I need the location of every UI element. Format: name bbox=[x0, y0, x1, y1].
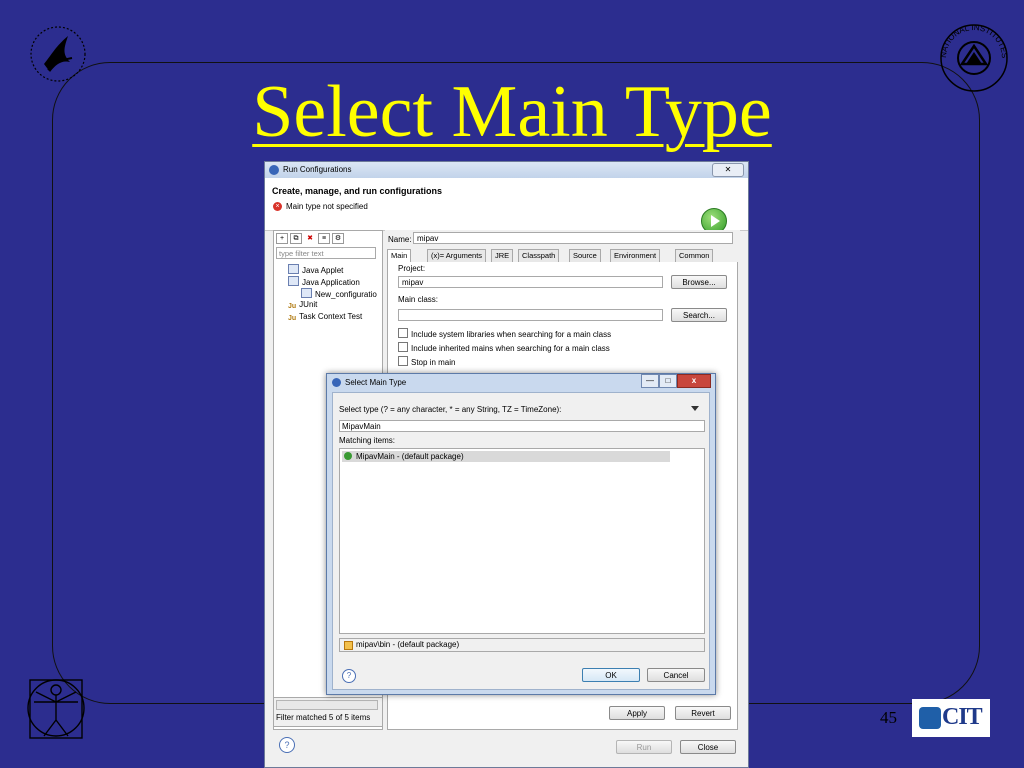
window-controls: — □ x bbox=[641, 374, 711, 388]
dialog-header: Create, manage, and run configurations ×… bbox=[265, 178, 748, 234]
dialog-header-title: Create, manage, and run configurations bbox=[272, 186, 443, 196]
cit-logo: CIT bbox=[912, 699, 990, 737]
checkbox-include-inherited-mains[interactable]: Include inherited mains when searching f… bbox=[398, 342, 610, 353]
dialog-title: Select Main Type bbox=[345, 378, 407, 387]
select-main-type-dialog: Select Main Type — □ x Select type (? = an… bbox=[326, 373, 716, 695]
tab-common[interactable]: Common bbox=[675, 249, 714, 262]
tree-item-new-configuration[interactable]: New_configuratio bbox=[301, 288, 377, 299]
tab-source[interactable]: Source bbox=[569, 249, 601, 262]
help-icon[interactable]: ? bbox=[342, 669, 356, 683]
checkbox-stop-in-main[interactable]: Stop in main bbox=[398, 356, 455, 367]
tab-environment[interactable]: Environment bbox=[610, 249, 661, 262]
page-number: 45 bbox=[880, 708, 897, 727]
main-class-field[interactable] bbox=[398, 309, 663, 321]
run-button[interactable]: Run bbox=[616, 740, 672, 754]
browse-button[interactable]: Browse... bbox=[671, 275, 727, 289]
java-application-icon bbox=[288, 276, 299, 286]
tree-item-java-applet[interactable]: Java Applet bbox=[288, 264, 343, 275]
collapse-icon[interactable]: ≡ bbox=[318, 233, 330, 244]
main-class-label: Main class: bbox=[398, 295, 439, 304]
java-applet-icon bbox=[288, 264, 299, 274]
matching-items-list[interactable]: MipavMain - (default package) bbox=[339, 448, 705, 634]
tree-toolbar: + ⧉ ✖ ≡ ⚙ bbox=[276, 233, 376, 245]
close-button[interactable]: Close bbox=[680, 740, 736, 754]
tree-item-java-application[interactable]: Java Application bbox=[288, 276, 360, 287]
type-filter-input[interactable]: MipavMain bbox=[339, 420, 705, 432]
tree-item-junit[interactable]: Ju JUnit bbox=[288, 300, 317, 311]
duplicate-icon[interactable]: ⧉ bbox=[290, 233, 302, 244]
cancel-button[interactable]: Cancel bbox=[647, 668, 705, 682]
window-title: Run Configurations bbox=[283, 165, 352, 174]
tab-arguments[interactable]: (x)= Arguments bbox=[427, 249, 487, 262]
filter-icon[interactable]: ⚙ bbox=[332, 233, 344, 244]
search-button[interactable]: Search... bbox=[671, 308, 727, 322]
package-icon bbox=[344, 641, 353, 650]
checkbox-include-system-libraries[interactable]: Include system libraries when searching … bbox=[398, 328, 611, 339]
dialog-close-button[interactable]: x bbox=[677, 374, 711, 388]
tree-status-area: Filter matched 5 of 5 items bbox=[273, 697, 383, 727]
nih-seal-icon: NATIONAL INSTITUTES OF HEALTH bbox=[938, 22, 1009, 92]
package-status: mipav\bin - (default package) bbox=[339, 638, 705, 652]
error-message: Main type not specified bbox=[286, 202, 368, 211]
slide-title: Select Main Type bbox=[252, 71, 772, 153]
window-close-button[interactable]: ✕ bbox=[712, 163, 744, 177]
checkbox-box[interactable] bbox=[398, 342, 408, 352]
type-prompt: Select type (? = any character, * = any … bbox=[339, 405, 562, 414]
checkbox-box[interactable] bbox=[398, 328, 408, 338]
filter-status: Filter matched 5 of 5 items bbox=[276, 713, 371, 722]
eclipse-icon bbox=[332, 378, 341, 387]
dialog-body: Select type (? = any character, * = any … bbox=[332, 392, 710, 690]
project-label: Project: bbox=[398, 264, 426, 273]
ok-button[interactable]: OK bbox=[582, 668, 640, 682]
java-application-icon bbox=[301, 288, 312, 298]
new-config-icon[interactable]: + bbox=[276, 233, 288, 244]
tab-main[interactable]: Main bbox=[387, 249, 412, 262]
matching-items-label: Matching items: bbox=[339, 436, 396, 445]
help-icon[interactable]: ? bbox=[279, 737, 295, 753]
vitruvian-man-icon bbox=[27, 679, 85, 739]
list-item[interactable]: MipavMain - (default package) bbox=[342, 451, 670, 462]
apply-button[interactable]: Apply bbox=[609, 706, 665, 720]
tree-item-task-context-test[interactable]: Ju Task Context Test bbox=[288, 312, 362, 323]
tab-jre[interactable]: JRE bbox=[491, 249, 514, 262]
eclipse-icon bbox=[269, 165, 279, 175]
junit-icon: Ju bbox=[288, 303, 297, 310]
minimize-button[interactable]: — bbox=[641, 374, 659, 388]
cit-logo-mark-icon bbox=[919, 707, 941, 729]
maximize-button[interactable]: □ bbox=[659, 374, 677, 388]
config-tabs: Main (x)= Arguments JRE Classpath Source… bbox=[387, 249, 738, 263]
filter-input[interactable]: type filter text bbox=[276, 247, 376, 259]
checkbox-box[interactable] bbox=[398, 356, 408, 366]
tab-classpath[interactable]: Classpath bbox=[518, 249, 560, 262]
error-icon: × bbox=[273, 202, 282, 211]
junit-icon: Ju bbox=[288, 315, 297, 322]
cit-logo-text: CIT bbox=[942, 704, 983, 730]
name-field[interactable]: mipav bbox=[413, 232, 733, 244]
class-icon bbox=[344, 452, 352, 460]
name-label: Name: bbox=[388, 235, 412, 244]
delete-icon[interactable]: ✖ bbox=[304, 233, 316, 244]
horizontal-scrollbar[interactable] bbox=[276, 700, 378, 710]
revert-button[interactable]: Revert bbox=[675, 706, 731, 720]
dropdown-arrow-icon[interactable] bbox=[691, 406, 699, 411]
window-titlebar[interactable]: Run Configurations ✕ bbox=[265, 162, 748, 178]
project-field[interactable]: mipav bbox=[398, 276, 663, 288]
